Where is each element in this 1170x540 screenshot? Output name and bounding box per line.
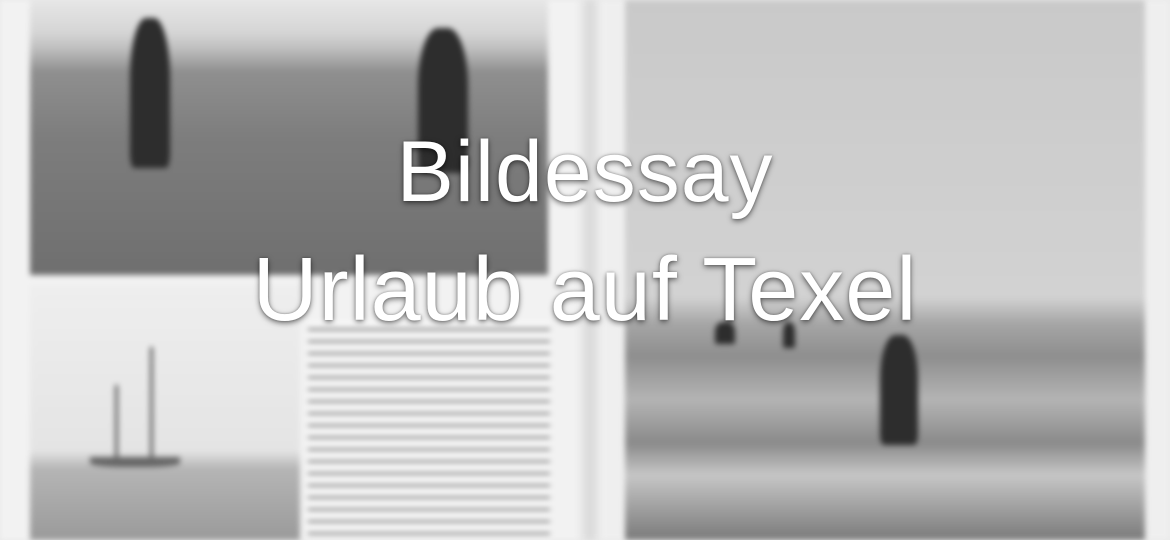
title-line-1: Bildessay xyxy=(396,124,774,220)
boat-mast xyxy=(115,385,118,460)
handwritten-text-page xyxy=(308,322,550,540)
title-line-2: Urlaub auf Texel xyxy=(252,240,918,340)
boat-mast xyxy=(150,347,153,459)
walker-figure xyxy=(880,335,918,445)
boat-hull xyxy=(90,457,180,467)
